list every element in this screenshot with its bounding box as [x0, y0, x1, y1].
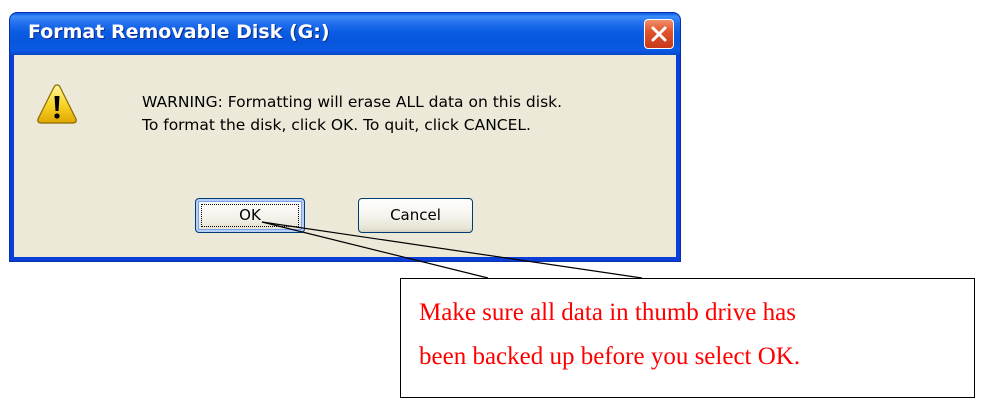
callout-line-2: been backed up before you select OK.	[419, 343, 801, 370]
warning-icon	[37, 84, 77, 124]
callout-text: Make sure all data in thumb drive has be…	[419, 291, 800, 379]
callout-box: Make sure all data in thumb drive has be…	[400, 278, 975, 398]
focus-rectangle	[201, 204, 299, 227]
dialog-titlebar[interactable]: Format Removable Disk (G:)	[10, 13, 680, 55]
cancel-button-label: Cancel	[390, 206, 441, 224]
format-disk-dialog: Format Removable Disk (G:) WARNING: Form…	[9, 12, 681, 262]
dialog-body: WARNING: Formatting will erase ALL data …	[14, 55, 676, 257]
message-line-1: WARNING: Formatting will erase ALL data …	[142, 93, 563, 111]
close-button[interactable]	[644, 19, 674, 49]
callout-line-1: Make sure all data in thumb drive has	[419, 299, 796, 326]
dialog-title: Format Removable Disk (G:)	[28, 21, 330, 43]
message-line-2: To format the disk, click OK. To quit, c…	[142, 116, 531, 134]
close-icon	[651, 26, 667, 42]
screenshot-stage: Format Removable Disk (G:) WARNING: Form…	[0, 0, 981, 405]
ok-button[interactable]: OK	[195, 198, 305, 233]
dialog-message: WARNING: Formatting will erase ALL data …	[142, 91, 562, 137]
cancel-button[interactable]: Cancel	[358, 198, 473, 233]
